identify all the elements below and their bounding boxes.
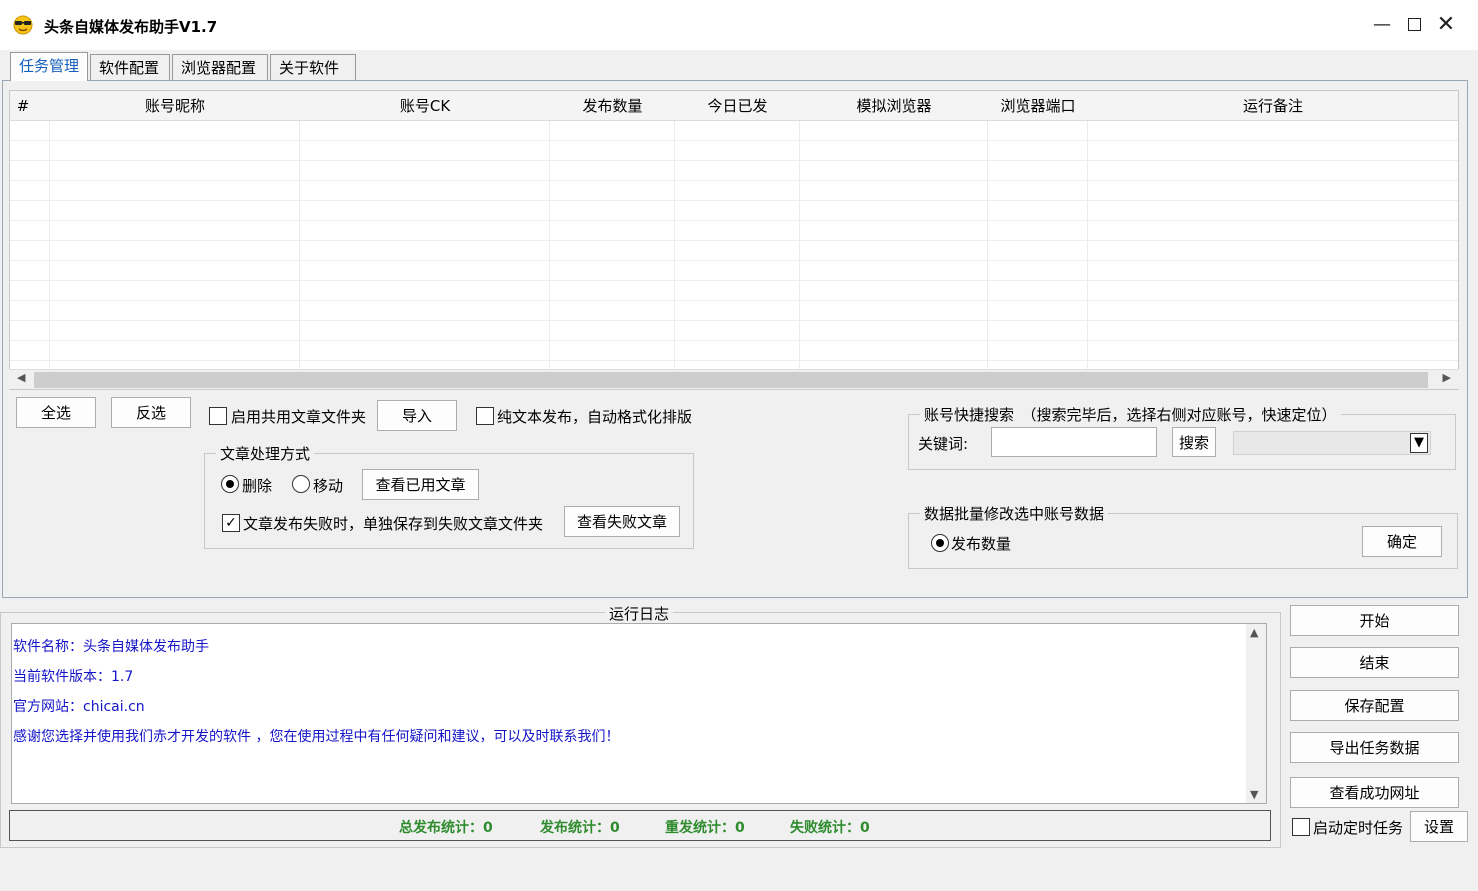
- start-button[interactable]: 开始: [1290, 605, 1459, 636]
- log-line: 感谢您选择并使用我们赤才开发的软件 ，您在使用过程中有任何疑问和建议，可以及时联…: [13, 729, 620, 745]
- bottom-strip: [0, 850, 1478, 891]
- stop-button[interactable]: 结束: [1290, 647, 1459, 678]
- column-header[interactable]: #: [10, 91, 36, 121]
- save-config-button[interactable]: 保存配置: [1290, 690, 1459, 721]
- select-all-button[interactable]: 全选: [16, 397, 96, 428]
- chevron-down-icon[interactable]: ▼: [1410, 433, 1428, 453]
- log-line: 当前软件版本：1.7: [13, 669, 134, 685]
- account-select[interactable]: ▼: [1233, 431, 1431, 455]
- account-search-title: 账号快捷搜索 （搜索完毕后，选择右侧对应账号，快速定位）: [920, 404, 1341, 425]
- column-header[interactable]: 账号昵称: [50, 91, 300, 121]
- timer-task-label: 启动定时任务: [1313, 819, 1404, 837]
- scroll-right-icon[interactable]: ▶: [1443, 371, 1451, 384]
- shared-folder-checkbox[interactable]: [209, 407, 227, 425]
- tab-task-management[interactable]: 任务管理: [10, 52, 88, 81]
- total-publish-stat: 总发布统计：0: [399, 820, 493, 836]
- article-processing-title: 文章处理方式: [216, 443, 315, 464]
- invert-selection-button[interactable]: 反选: [111, 397, 191, 428]
- republish-stat: 重发统计：0: [665, 820, 745, 836]
- save-failed-checkbox[interactable]: ✓: [222, 514, 240, 532]
- timer-task-checkbox[interactable]: [1292, 818, 1310, 836]
- save-failed-label: 文章发布失败时，单独保存到失败文章文件夹: [243, 515, 544, 533]
- plain-text-label: 纯文本发布，自动格式化排版: [497, 408, 693, 426]
- tab-browser-config[interactable]: 浏览器配置: [172, 54, 268, 80]
- tab-software-config[interactable]: 软件配置: [90, 54, 170, 80]
- delete-radio[interactable]: [221, 475, 239, 493]
- keyword-label: 关键词:: [918, 435, 969, 453]
- confirm-button[interactable]: 确定: [1362, 526, 1442, 557]
- title-bar: [0, 0, 1478, 50]
- vertical-scrollbar[interactable]: ▲ ▼: [1246, 624, 1266, 803]
- shared-folder-label: 启用共用文章文件夹: [231, 408, 367, 426]
- column-header[interactable]: 发布数量: [550, 91, 675, 121]
- move-label: 移动: [313, 477, 344, 495]
- view-failed-articles-button[interactable]: 查看失败文章: [564, 506, 680, 537]
- view-success-urls-button[interactable]: 查看成功网址: [1290, 777, 1459, 808]
- log-line: 官方网站：chicai.cn: [13, 699, 145, 715]
- column-header[interactable]: 模拟浏览器: [800, 91, 988, 121]
- failed-stat: 失败统计：0: [790, 820, 870, 836]
- minimize-icon[interactable]: —: [1366, 8, 1398, 40]
- scroll-thumb[interactable]: [34, 372, 1428, 388]
- column-header[interactable]: 今日已发: [675, 91, 800, 121]
- scroll-up-icon[interactable]: ▲: [1250, 626, 1258, 639]
- export-task-data-button[interactable]: 导出任务数据: [1290, 732, 1459, 763]
- stats-bar: 总发布统计：0 发布统计：0 重发统计：0 失败统计：0: [9, 810, 1271, 841]
- run-log-textarea[interactable]: 软件名称：头条自媒体发布助手 当前软件版本：1.7 官方网站：chicai.cn…: [11, 623, 1267, 804]
- search-button[interactable]: 搜索: [1172, 427, 1216, 457]
- window-title: 头条自媒体发布助手V1.7: [44, 18, 218, 36]
- column-header[interactable]: 运行备注: [1088, 91, 1458, 121]
- timer-settings-button[interactable]: 设置: [1410, 811, 1468, 842]
- publish-count-label: 发布数量: [951, 535, 1012, 553]
- keyword-input[interactable]: [991, 427, 1157, 457]
- move-radio[interactable]: [292, 475, 310, 493]
- tab-about[interactable]: 关于软件: [270, 54, 356, 80]
- run-log-title: 运行日志: [605, 603, 674, 624]
- batch-modify-title: 数据批量修改选中账号数据: [920, 503, 1109, 524]
- grid-header: # 账号昵称 账号CK 发布数量 今日已发 模拟浏览器 浏览器端口 运行备注: [10, 91, 1458, 121]
- import-button[interactable]: 导入: [377, 400, 457, 431]
- view-used-articles-button[interactable]: 查看已用文章: [362, 469, 479, 500]
- account-grid[interactable]: # 账号昵称 账号CK 发布数量 今日已发 模拟浏览器 浏览器端口 运行备注: [9, 90, 1459, 390]
- maximize-icon[interactable]: [1398, 8, 1430, 40]
- scroll-left-icon[interactable]: ◀: [17, 371, 25, 384]
- scroll-down-icon[interactable]: ▼: [1250, 788, 1258, 801]
- publish-count-radio[interactable]: [931, 534, 949, 552]
- delete-label: 删除: [242, 477, 273, 495]
- plain-text-checkbox[interactable]: [476, 407, 494, 425]
- log-line: 软件名称：头条自媒体发布助手: [13, 639, 209, 655]
- publish-stat: 发布统计：0: [540, 820, 620, 836]
- sunglasses-face-icon: [13, 15, 33, 35]
- column-header[interactable]: 账号CK: [300, 91, 550, 121]
- column-header[interactable]: 浏览器端口: [988, 91, 1088, 121]
- close-icon[interactable]: ✕: [1430, 8, 1462, 40]
- horizontal-scrollbar[interactable]: ◀ ▶: [9, 369, 1459, 389]
